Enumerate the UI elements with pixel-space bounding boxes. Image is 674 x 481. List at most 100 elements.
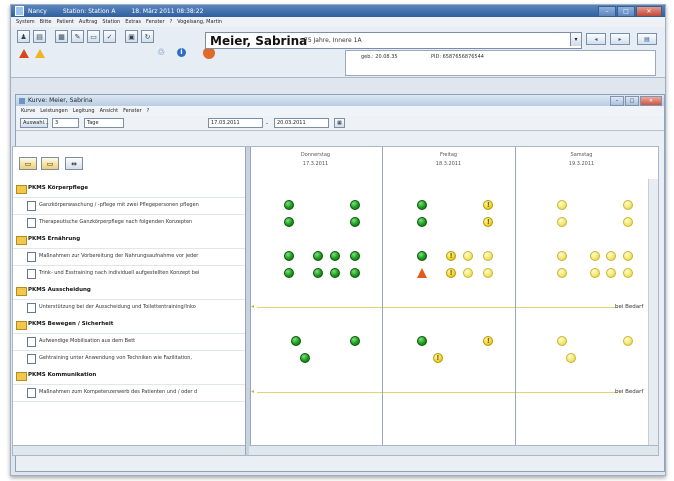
chart-menu-help[interactable]: ?: [147, 108, 150, 114]
unit-select[interactable]: Tage: [84, 118, 124, 128]
chart-menu-ansicht[interactable]: Ansicht: [100, 108, 118, 114]
menu-fenster[interactable]: Fenster: [146, 19, 165, 25]
days-count-stepper[interactable]: 3: [52, 118, 79, 128]
menu-patient[interactable]: Patient: [56, 19, 73, 25]
completed-marker[interactable]: [416, 200, 427, 210]
patient-selector[interactable]: Meier, Sabrina 75 Jahre, Innere 1A ▾: [205, 32, 582, 49]
left-horizontal-scrollbar[interactable]: [13, 445, 245, 455]
row-label-cell: PKMS Körperpflege: [13, 180, 245, 198]
on-demand-arrow-icon: ◂: [251, 388, 255, 395]
chart-close-button[interactable]: ✕: [640, 96, 662, 106]
menu-extras[interactable]: Extras: [125, 19, 141, 25]
completed-marker[interactable]: [283, 217, 294, 227]
minimize-button[interactable]: –: [598, 6, 616, 17]
category-row[interactable]: PKMS Ausscheidung: [13, 282, 658, 300]
right-horizontal-scrollbar[interactable]: [249, 445, 658, 455]
next-patient-button[interactable]: ▸: [610, 33, 630, 45]
completed-marker[interactable]: [416, 217, 427, 227]
completed-marker[interactable]: [290, 336, 301, 346]
card-tool-icon[interactable]: ▭: [87, 30, 100, 43]
chart-tool-icon[interactable]: ✓: [103, 30, 116, 43]
chart-minimize-button[interactable]: –: [610, 96, 624, 106]
planned-marker[interactable]: [556, 217, 567, 227]
copy-tool-icon[interactable]: ▤: [33, 30, 46, 43]
chart-maximize-button[interactable]: □: [625, 96, 639, 106]
to-date-picker[interactable]: 20.03.2011: [274, 118, 329, 128]
info-icon[interactable]: i: [177, 48, 186, 57]
planned-marker[interactable]: [556, 336, 567, 346]
chart-menu-kurve[interactable]: Kurve: [21, 108, 35, 114]
planned-marker[interactable]: [565, 353, 576, 363]
calendar-icon[interactable]: ▦: [334, 118, 345, 128]
planned-marker[interactable]: [623, 336, 634, 346]
completed-marker[interactable]: [283, 200, 294, 210]
document-icon[interactable]: [27, 303, 36, 313]
chart-menu-legitung[interactable]: Legitung: [73, 108, 95, 114]
document-icon[interactable]: [27, 252, 36, 262]
warning-marker[interactable]: [416, 268, 427, 278]
planned-marker[interactable]: [556, 251, 567, 261]
planned-marker[interactable]: [623, 268, 634, 278]
category-row[interactable]: PKMS Körperpflege: [13, 180, 658, 198]
sync-icon[interactable]: ♲: [157, 48, 165, 58]
planned-marker[interactable]: [589, 268, 600, 278]
list-tool-icon[interactable]: ▦: [55, 30, 68, 43]
yellow-warning-icon[interactable]: [35, 49, 45, 58]
category-label: PKMS Bewegen / Sicherheit: [28, 321, 114, 327]
document-icon[interactable]: [27, 218, 36, 228]
menu-bitte[interactable]: Bitte: [40, 19, 52, 25]
measure-row[interactable]: Gehtraining unter Anwendung von Technike…: [13, 350, 658, 368]
document-icon[interactable]: [27, 269, 36, 279]
planned-marker[interactable]: [556, 268, 567, 278]
completed-marker[interactable]: [299, 353, 310, 363]
document-tool-icon[interactable]: ▣: [125, 30, 138, 43]
category-row[interactable]: PKMS Ernährung: [13, 231, 658, 249]
expand-columns-icon[interactable]: ⇹: [65, 157, 83, 170]
planned-marker[interactable]: [623, 200, 634, 210]
completed-marker[interactable]: [416, 251, 427, 261]
planned-marker[interactable]: [556, 200, 567, 210]
date-controls: Auswahl... 3 Tage 17.03.2011 - 20.03.201…: [16, 116, 664, 131]
main-menubar: System Bitte Patient Auftrag Station Ext…: [11, 17, 665, 27]
chart-menubar: Kurve Leistungen Legitung Ansicht Fenste…: [16, 106, 664, 116]
menu-help[interactable]: ?: [170, 19, 173, 25]
document-icon[interactable]: [27, 354, 36, 364]
chart-menu-fenster[interactable]: Fenster: [123, 108, 142, 114]
planned-marker[interactable]: [589, 251, 600, 261]
from-date-picker[interactable]: 17.03.2011: [208, 118, 263, 128]
document-icon[interactable]: [27, 337, 36, 347]
patient-detail-panel: geb.: 20.08.35 PID: 6587656876544: [345, 50, 656, 76]
menu-system[interactable]: System: [16, 19, 35, 25]
category-row[interactable]: PKMS Kommunikation: [13, 367, 658, 385]
red-warning-icon[interactable]: [19, 49, 29, 58]
day-divider: [382, 147, 383, 455]
vertical-scrollbar[interactable]: [648, 179, 658, 446]
completed-marker[interactable]: [283, 251, 294, 261]
document-icon[interactable]: [27, 388, 36, 398]
document-icon[interactable]: [27, 201, 36, 211]
menu-auftrag[interactable]: Auftrag: [79, 19, 98, 25]
patient-dropdown-icon[interactable]: ▾: [570, 33, 581, 46]
auswahl-button[interactable]: Auswahl...: [20, 118, 49, 128]
due-alert-marker[interactable]: !: [432, 353, 443, 363]
patient-tool-icon[interactable]: ♟: [17, 30, 30, 43]
planned-marker[interactable]: [623, 217, 634, 227]
maximize-button[interactable]: □: [617, 6, 635, 17]
close-button[interactable]: ✕: [636, 6, 662, 17]
menu-station[interactable]: Station: [102, 19, 120, 25]
chart-menu-leistungen[interactable]: Leistungen: [40, 108, 68, 114]
planned-marker[interactable]: [605, 268, 616, 278]
category-row[interactable]: PKMS Bewegen / Sicherheit: [13, 316, 658, 334]
edit-tool-icon[interactable]: ✎: [71, 30, 84, 43]
measure-label: Aufwendige Mobilisation aus dem Bett: [39, 338, 136, 344]
patient-file-button[interactable]: ▤: [637, 33, 657, 45]
folder-tool-icon[interactable]: ▭: [41, 157, 59, 170]
previous-patient-button[interactable]: ◂: [586, 33, 606, 45]
planned-marker[interactable]: [623, 251, 634, 261]
open-folder-icon[interactable]: ▭: [19, 157, 37, 170]
planned-marker[interactable]: [605, 251, 616, 261]
refresh-tool-icon[interactable]: ↻: [141, 30, 154, 43]
completed-marker[interactable]: [416, 336, 427, 346]
pane-splitter[interactable]: [245, 147, 251, 455]
completed-marker[interactable]: [283, 268, 294, 278]
